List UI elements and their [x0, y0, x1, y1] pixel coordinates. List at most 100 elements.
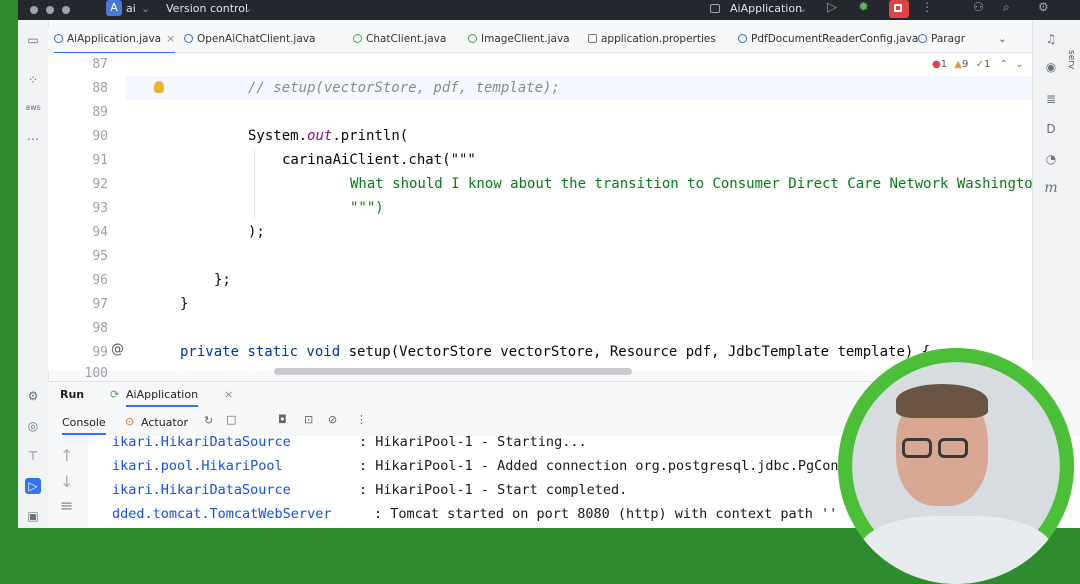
- line-number: 97: [92, 297, 108, 312]
- services-icon[interactable]: ⚙: [25, 388, 41, 404]
- project-name[interactable]: ai: [126, 2, 136, 15]
- class-icon: [184, 34, 193, 43]
- run-config-tab[interactable]: AiApplication: [126, 388, 199, 407]
- chevron-down-icon[interactable]: ⌄: [798, 2, 807, 15]
- run-config-selector[interactable]: AiApplication: [730, 2, 802, 15]
- indent-guide: [254, 149, 255, 219]
- log-message: : HikariPool-1 - Start completed.: [359, 482, 628, 498]
- interface-icon: [353, 34, 362, 43]
- code-line-94: );: [248, 224, 265, 240]
- soft-wrap-icon[interactable]: ≡: [60, 496, 73, 515]
- console-line: dded.tomcat.TomcatWebServer: Tomcat star…: [112, 506, 837, 522]
- stop-icon[interactable]: □: [226, 413, 236, 426]
- glasses-left-icon: [902, 438, 932, 458]
- horizontal-scrollbar[interactable]: [274, 368, 632, 375]
- tab-label: Paragr: [931, 33, 966, 45]
- right-tool-strip: ♫ ◉ ≣ D ◔ m serv: [1032, 20, 1080, 360]
- coverage-icon[interactable]: ◔: [1043, 152, 1059, 168]
- console-line: ikari.pool.HikariPool : HikariPool-1 - Ad…: [112, 458, 839, 474]
- run-icon[interactable]: ▷: [827, 0, 837, 15]
- line-number: 95: [92, 249, 108, 264]
- rerun-icon[interactable]: ↻: [204, 414, 213, 427]
- aws-icon[interactable]: aws: [25, 100, 41, 116]
- error-icon: ●: [932, 59, 941, 70]
- line-number: 91: [92, 153, 108, 168]
- terminal-tool-icon[interactable]: ⊤: [25, 448, 41, 464]
- more-actions-icon[interactable]: ⋮: [921, 0, 933, 14]
- weak-warning-count: 1: [983, 59, 991, 70]
- stop-button[interactable]: [889, 0, 909, 18]
- tab-label: ChatClient.java: [366, 33, 447, 45]
- line-number: 92: [92, 177, 108, 192]
- code-editor[interactable]: @ 87 88 89 90 91 92 93 94 95 96 97 98 99…: [48, 53, 1059, 381]
- tab-console[interactable]: Console: [62, 416, 106, 435]
- settings-gauge-icon[interactable]: ⊘: [328, 413, 337, 426]
- code-line-96: };: [214, 272, 231, 288]
- settings-icon[interactable]: ⚙: [1038, 0, 1049, 14]
- spring-icon: ⟳: [110, 388, 120, 401]
- tab-openaichatclient[interactable]: OpenAiChatClient.java: [184, 28, 315, 52]
- tabs-overflow-chevron-icon[interactable]: ⌄: [998, 28, 1007, 52]
- maven-icon[interactable]: m: [1043, 180, 1059, 196]
- play-circle-icon[interactable]: ◎: [25, 418, 41, 434]
- check-icon: ✓: [975, 59, 984, 70]
- override-marker-icon[interactable]: @: [111, 342, 124, 357]
- log-source: ikari.pool.HikariPool: [112, 458, 283, 474]
- restore-layout-icon[interactable]: ⊡: [304, 413, 313, 426]
- warning-count: 9: [962, 59, 969, 70]
- tab-paragr[interactable]: Paragr: [918, 28, 965, 52]
- vcs-widget[interactable]: Version control: [166, 2, 248, 15]
- log-message: : HikariPool-1 - Added connection org.po…: [359, 458, 839, 474]
- camera-icon[interactable]: ◘: [278, 413, 287, 426]
- terminal-icon[interactable]: ▣: [25, 508, 41, 524]
- tab-label: PdfDocumentReaderConfig.java: [751, 33, 919, 45]
- actuator-icon: ⊙: [125, 415, 135, 428]
- arrow-down-icon[interactable]: ↓: [60, 472, 73, 491]
- log-message: : Tomcat started on port 8080 (http) wit…: [374, 506, 838, 522]
- search-icon[interactable]: ⌕: [1003, 0, 1010, 15]
- tab-label: AiApplication.java: [67, 33, 162, 45]
- lightbulb-icon[interactable]: [154, 81, 164, 93]
- add-user-icon[interactable]: ⚇: [973, 0, 984, 14]
- folder-icon[interactable]: ▭: [25, 32, 41, 48]
- tab-chatclient[interactable]: ChatClient.java: [353, 28, 446, 52]
- chevron-up-icon[interactable]: ⌃: [1000, 59, 1008, 70]
- line-number: 88: [92, 81, 108, 96]
- log-source: ikari.HikariDataSource: [112, 434, 291, 450]
- more-actions-icon[interactable]: ⋮: [356, 413, 367, 426]
- notifications-icon[interactable]: ♫: [1043, 32, 1059, 48]
- chevron-down-icon[interactable]: ⌄: [243, 2, 252, 15]
- tab-label: ImageClient.java: [481, 33, 570, 45]
- debug-icon[interactable]: ✹: [858, 0, 869, 15]
- more-tools-icon[interactable]: …: [25, 128, 41, 144]
- arrow-up-icon[interactable]: ↑: [60, 446, 73, 465]
- code-token: out: [307, 128, 333, 144]
- chevron-down-icon[interactable]: ⌄: [141, 2, 150, 15]
- tab-pdfdocumentreaderconfig[interactable]: PdfDocumentReaderConfig.java: [738, 28, 918, 52]
- settings-file-icon: [588, 34, 597, 43]
- class-icon: [738, 34, 747, 43]
- structure-icon[interactable]: ⁘: [25, 72, 41, 88]
- line-number: 94: [92, 225, 108, 240]
- close-icon[interactable]: ×: [224, 388, 233, 401]
- presenter-hair: [896, 384, 988, 418]
- error-count: 1: [940, 59, 948, 70]
- tab-application-properties[interactable]: application.properties: [588, 28, 716, 52]
- services-side-label[interactable]: serv: [1066, 50, 1076, 69]
- d-icon[interactable]: D: [1043, 122, 1059, 138]
- tab-imageclient[interactable]: ImageClient.java: [468, 28, 570, 52]
- ai-assistant-icon[interactable]: ◉: [1043, 60, 1059, 76]
- chevron-down-icon[interactable]: ⌄: [1015, 59, 1023, 70]
- tab-aiapplication[interactable]: AiApplication.java ×: [54, 28, 175, 54]
- code-comment: // setup(vectorStore, pdf, template);: [248, 80, 560, 96]
- close-icon[interactable]: ×: [166, 33, 175, 45]
- run-tool-icon[interactable]: ▷: [25, 478, 41, 494]
- inspection-widget[interactable]: ●1 ▲9 ✓1 ⌃ ⌄: [932, 59, 1023, 70]
- glasses-right-icon: [938, 438, 968, 458]
- database-icon[interactable]: ≣: [1043, 92, 1059, 108]
- code-string: What should I know about the transition …: [350, 176, 1042, 192]
- project-badge[interactable]: A: [106, 0, 122, 16]
- code-line-90: System.out.println(: [248, 128, 408, 144]
- code-token: setup(VectorStore vectorStore, Resource …: [340, 344, 931, 360]
- tab-actuator[interactable]: Actuator: [141, 416, 188, 429]
